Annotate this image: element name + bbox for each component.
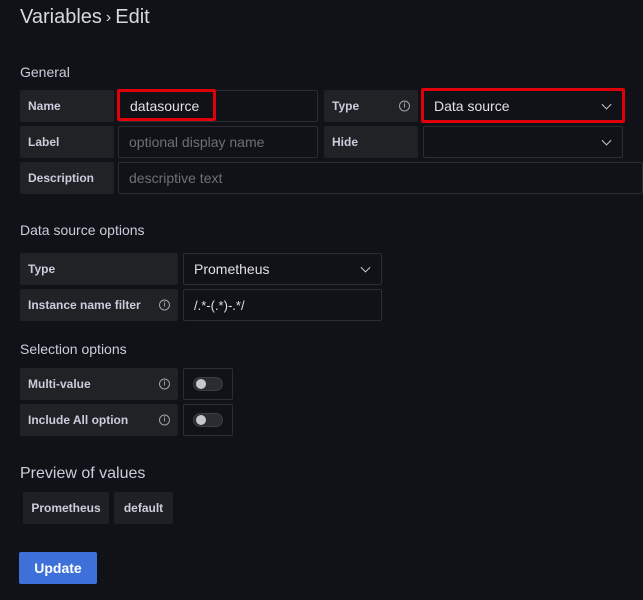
general-heading: General (20, 64, 70, 80)
preview-value-chip: Prometheus (23, 492, 109, 524)
type-label-text: Type (332, 99, 360, 113)
instance-filter-label-text: Instance name filter (28, 298, 141, 312)
breadcrumb-separator-icon: › (105, 9, 112, 26)
selection-options-heading: Selection options (20, 341, 127, 357)
ds-type-value: Prometheus (194, 261, 270, 277)
chevron-down-icon (360, 262, 371, 273)
multi-value-toggle[interactable] (193, 377, 223, 391)
description-input[interactable]: descriptive text (118, 162, 643, 194)
update-button[interactable]: Update (19, 552, 97, 584)
page-title: Variables › Edit (20, 6, 150, 29)
datasource-options-heading: Data source options (20, 222, 145, 238)
info-icon[interactable]: i (159, 378, 170, 390)
name-value: datasource (130, 98, 200, 114)
multi-value-label-text: Multi-value (28, 377, 91, 391)
chevron-down-icon (601, 135, 612, 146)
info-icon[interactable]: i (399, 100, 410, 112)
description-label: Description (20, 162, 114, 194)
info-icon[interactable]: i (159, 414, 170, 426)
hide-label: Hide (324, 126, 418, 158)
ds-type-select[interactable]: Prometheus (183, 253, 382, 285)
multi-value-toggle-container (183, 368, 233, 400)
include-all-toggle-container (183, 404, 233, 436)
include-all-label-text: Include All option (28, 413, 129, 427)
hide-select[interactable] (423, 126, 623, 158)
name-label: Name (20, 90, 114, 122)
type-highlight-box (421, 88, 625, 123)
info-icon[interactable]: i (159, 299, 170, 311)
breadcrumb-variables[interactable]: Variables (20, 6, 102, 28)
instance-filter-label: Instance name filter i (20, 289, 178, 321)
toggle-knob (196, 415, 206, 425)
toggle-knob (196, 379, 206, 389)
ds-type-label: Type (20, 253, 178, 285)
instance-filter-input[interactable]: /.*-(.*)-.*/ (183, 289, 382, 321)
breadcrumb-edit: Edit (115, 6, 150, 28)
label-label: Label (20, 126, 114, 158)
include-all-toggle[interactable] (193, 413, 223, 427)
multi-value-label: Multi-value i (20, 368, 178, 400)
label-input[interactable]: optional display name (118, 126, 318, 158)
preview-value-chip: default (114, 492, 173, 524)
include-all-label: Include All option i (20, 404, 178, 436)
type-label: Type i (324, 90, 418, 122)
preview-heading: Preview of values (20, 465, 146, 482)
